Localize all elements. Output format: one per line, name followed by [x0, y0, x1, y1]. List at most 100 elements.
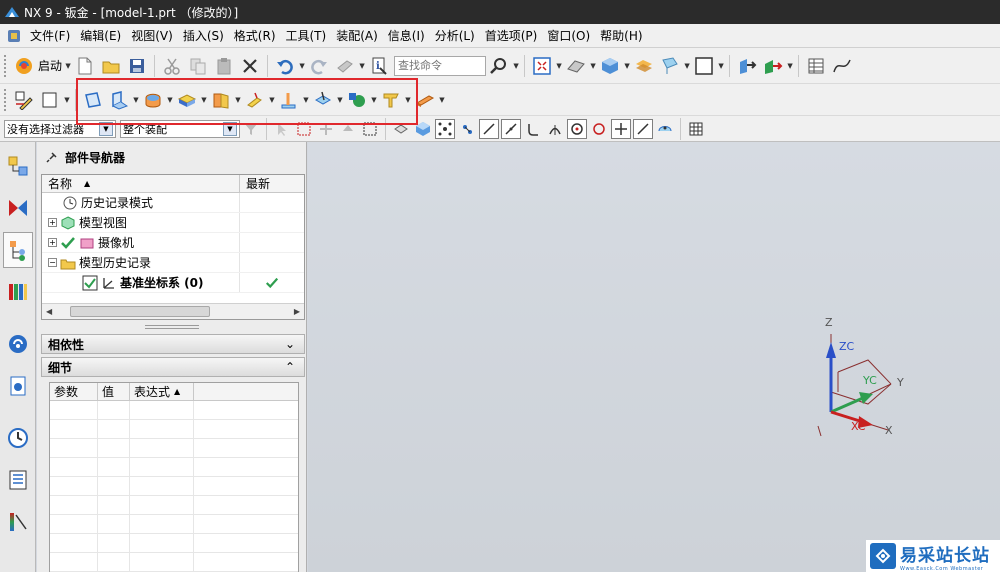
expand-toggle[interactable]: + — [48, 218, 57, 227]
menu-preferences[interactable]: 首选项(P) — [480, 24, 543, 48]
menu-information[interactable]: 信息(I) — [383, 24, 430, 48]
history-clock-tab[interactable] — [3, 420, 33, 456]
menu-window[interactable]: 窗口(O) — [542, 24, 595, 48]
chevron-down-icon[interactable]: ⌄ — [282, 336, 298, 352]
scroll-left-arrow[interactable]: ◀ — [46, 307, 52, 316]
section-dropdown-arrow[interactable]: ▼ — [683, 53, 691, 79]
undo-dropdown-arrow[interactable]: ▼ — [298, 53, 306, 79]
cut-button[interactable] — [159, 53, 185, 79]
dependencies-section[interactable]: 相依性 ⌄ — [41, 334, 305, 354]
details-section[interactable]: 细节 ⌃ — [41, 357, 305, 377]
render-style-button[interactable] — [563, 53, 589, 79]
tree-row[interactable]: + 摄像机 — [42, 233, 304, 253]
toolbar-grip[interactable] — [4, 54, 8, 77]
assembly-navigator-tab[interactable] — [3, 148, 33, 184]
redo-button[interactable] — [306, 53, 332, 79]
snap-point-button[interactable] — [435, 118, 455, 139]
checkbox-checked-icon[interactable] — [82, 275, 98, 291]
section-view-button[interactable] — [657, 53, 683, 79]
layer-settings-button[interactable] — [685, 118, 707, 140]
history-tab[interactable] — [3, 368, 33, 404]
fit-view-button[interactable] — [529, 53, 555, 79]
column-name-header[interactable]: 名称 ▲ — [42, 175, 240, 192]
column-latest-header[interactable]: 最新 — [240, 175, 270, 192]
part-navigator-tab[interactable] — [3, 232, 33, 268]
existing-point-button[interactable] — [611, 118, 631, 139]
new-file-button[interactable] — [72, 53, 98, 79]
save-button[interactable] — [124, 53, 150, 79]
search-dropdown-arrow[interactable]: ▼ — [512, 53, 520, 79]
menu-insert[interactable]: 插入(S) — [178, 24, 229, 48]
snap-settings-button[interactable] — [456, 118, 478, 140]
quadrant-point-button[interactable] — [588, 118, 610, 140]
sketch-button[interactable] — [11, 87, 37, 113]
menu-analysis[interactable]: 分析(L) — [430, 24, 480, 48]
copy-button[interactable] — [185, 53, 211, 79]
nx-menu-icon[interactable] — [6, 28, 22, 44]
orient-view-button[interactable] — [597, 53, 623, 79]
control-point-button[interactable] — [522, 118, 544, 140]
arc-center-button[interactable] — [567, 118, 587, 139]
scroll-thumb[interactable] — [70, 306, 210, 317]
column-expression-header[interactable]: 表达式 ▲ — [130, 383, 194, 400]
plane-dropdown-arrow[interactable]: ▼ — [63, 87, 71, 113]
start-button[interactable]: 启动 — [11, 53, 64, 79]
point-on-curve-button[interactable] — [633, 118, 653, 139]
information-button[interactable]: i — [366, 53, 392, 79]
column-parameter-header[interactable]: 参数 — [50, 383, 98, 400]
datum-plane-button[interactable] — [37, 87, 63, 113]
move-object-button[interactable] — [734, 53, 760, 79]
collapse-toggle[interactable]: − — [48, 258, 57, 267]
graphics-window[interactable]: Z ZC YC Y XC X — [308, 142, 1000, 572]
tree-row[interactable]: 基准坐标系 (0) — [42, 273, 304, 293]
start-dropdown-arrow[interactable]: ▼ — [64, 53, 72, 79]
web-browser-tab[interactable] — [3, 326, 33, 362]
expand-toggle[interactable]: + — [48, 238, 57, 247]
point-on-face-button[interactable] — [654, 118, 676, 140]
menu-help[interactable]: 帮助(H) — [595, 24, 647, 48]
layer-button[interactable] — [631, 53, 657, 79]
system-materials-tab[interactable] — [3, 462, 33, 498]
toolbar-grip[interactable] — [4, 88, 8, 111]
menu-assembly[interactable]: 装配(A) — [331, 24, 383, 48]
constraint-navigator-tab[interactable] — [3, 190, 33, 226]
mid-point-button[interactable] — [501, 118, 521, 139]
tree-row[interactable]: + 模型视图 — [42, 213, 304, 233]
scroll-right-arrow[interactable]: ▶ — [294, 307, 300, 316]
panel-splitter[interactable] — [145, 325, 199, 329]
fit-dropdown-arrow[interactable]: ▼ — [555, 53, 563, 79]
intersection-point-button[interactable] — [544, 118, 566, 140]
tree-row[interactable]: 历史记录模式 — [42, 193, 304, 213]
menu-view[interactable]: 视图(V) — [126, 24, 178, 48]
assembly-move-button[interactable] — [760, 53, 786, 79]
column-value-header[interactable]: 值 — [98, 383, 130, 400]
assembly-move-dropdown-arrow[interactable]: ▼ — [786, 53, 794, 79]
reuse-library-tab[interactable] — [3, 274, 33, 310]
menu-tools[interactable]: 工具(T) — [281, 24, 332, 48]
menu-format[interactable]: 格式(R) — [229, 24, 281, 48]
chevron-up-icon[interactable]: ⌃ — [282, 359, 298, 375]
tree-row[interactable]: − 模型历史记录 — [42, 253, 304, 273]
repeat-command-button[interactable] — [332, 53, 358, 79]
background-dropdown-arrow[interactable]: ▼ — [717, 53, 725, 79]
spline-button[interactable] — [829, 53, 855, 79]
thicken-dropdown-arrow[interactable]: ▼ — [438, 87, 446, 113]
repeat-dropdown-arrow[interactable]: ▼ — [358, 53, 366, 79]
menu-edit[interactable]: 编辑(E) — [75, 24, 126, 48]
horizontal-scrollbar[interactable]: ◀ ▶ — [42, 303, 304, 319]
delete-button[interactable] — [237, 53, 263, 79]
command-search-input[interactable] — [394, 55, 487, 76]
pin-icon[interactable] — [45, 150, 59, 164]
undo-button[interactable] — [272, 53, 298, 79]
table-button[interactable] — [803, 53, 829, 79]
menu-file[interactable]: 文件(F) — [25, 24, 75, 48]
render-dropdown-arrow[interactable]: ▼ — [589, 53, 597, 79]
command-search-button[interactable] — [486, 53, 512, 79]
datum-coordinate-system[interactable]: Z ZC YC Y XC X — [813, 312, 923, 442]
roles-tab[interactable] — [3, 504, 33, 540]
background-button[interactable] — [691, 53, 717, 79]
end-point-button[interactable] — [479, 118, 499, 139]
paste-button[interactable] — [211, 53, 237, 79]
orient-dropdown-arrow[interactable]: ▼ — [623, 53, 631, 79]
open-file-button[interactable] — [98, 53, 124, 79]
